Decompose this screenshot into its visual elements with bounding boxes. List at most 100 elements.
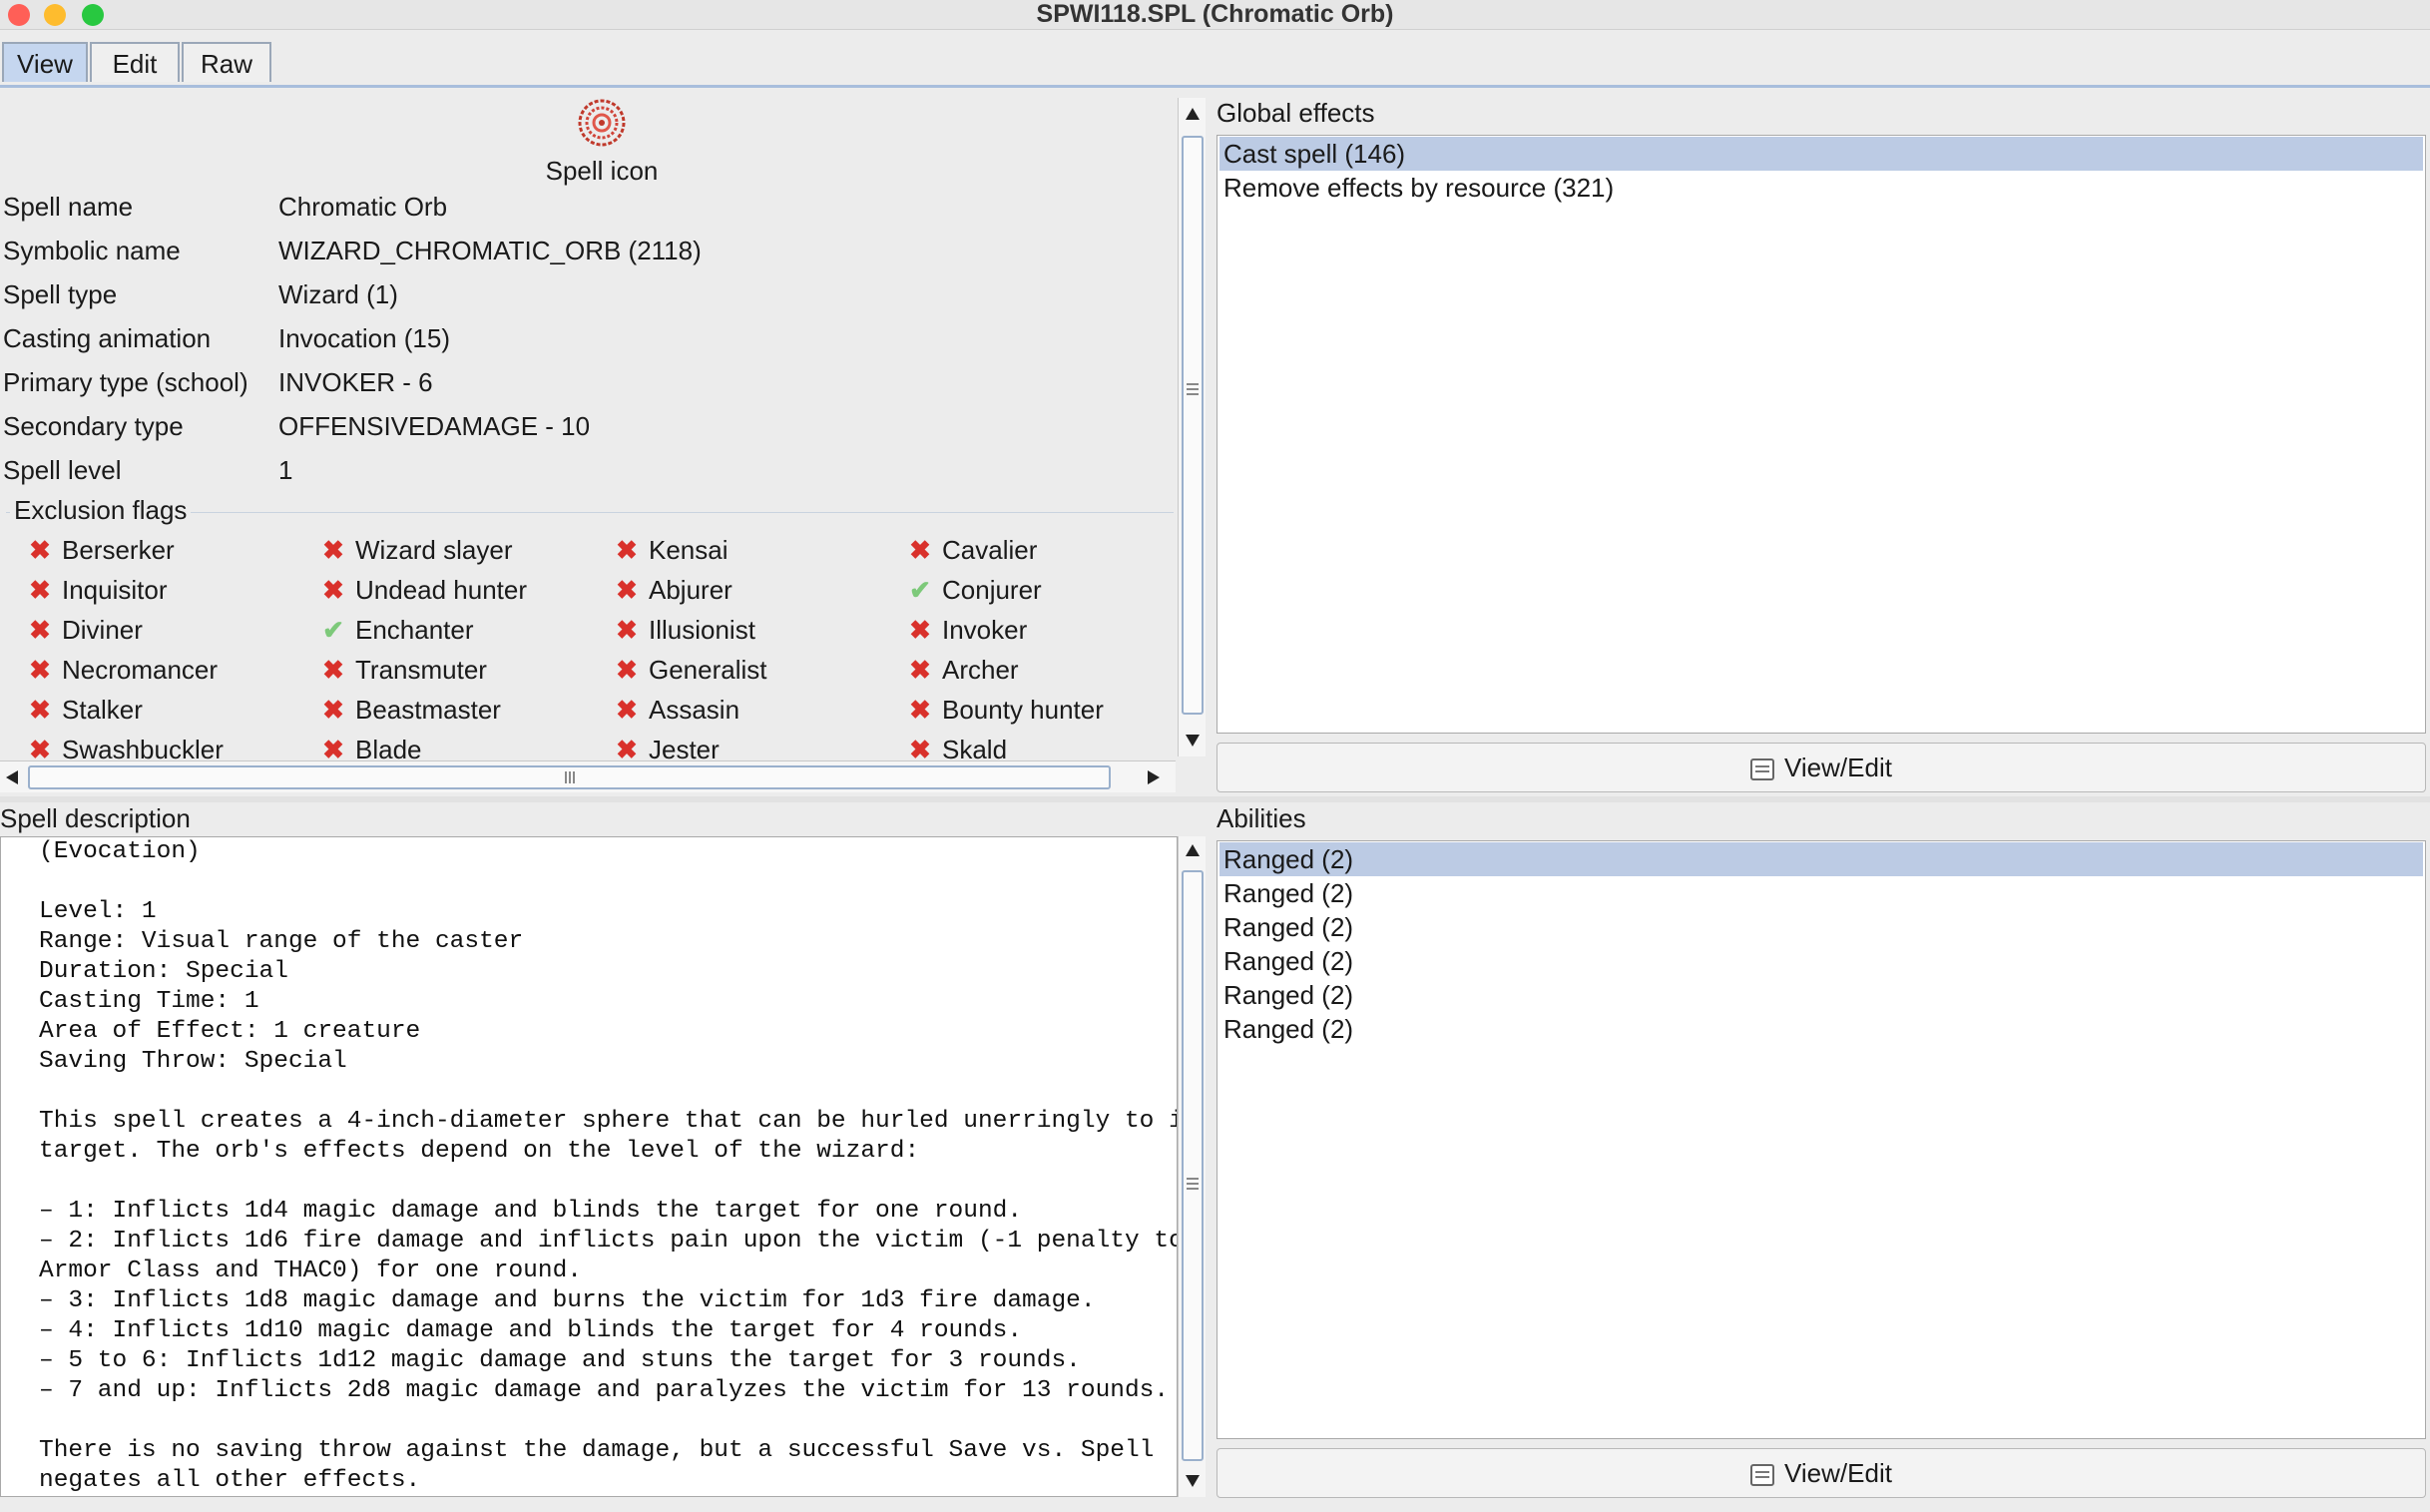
cross-icon: ✖: [29, 655, 51, 685]
cross-icon: ✖: [909, 735, 931, 762]
global-effects-view-edit-button[interactable]: View/Edit: [1216, 743, 2426, 792]
list-item[interactable]: Ranged (2): [1219, 1012, 2423, 1046]
exclusion-flag-checkbox[interactable]: ✖ Undead hunter: [319, 573, 527, 607]
exclusion-flags-grid: ✖ Berserker ✖ Wizard slayer ✖ Kensai ✖ Cavalier…: [0, 519, 1174, 762]
description-vscroll-thumb[interactable]: [1182, 870, 1204, 1461]
exclusion-flag-checkbox[interactable]: ✖ Illusionist: [613, 613, 755, 647]
field-label: Spell level: [3, 455, 122, 485]
tab-edit[interactable]: Edit: [90, 42, 180, 82]
exclusion-flag-checkbox[interactable]: ✖ Inquisitor: [26, 573, 167, 607]
field-label: Casting animation: [3, 323, 212, 353]
cross-icon: ✖: [616, 615, 638, 645]
exclusion-flag-checkbox[interactable]: ✖ Diviner: [26, 613, 143, 647]
properties-vscroll-thumb[interactable]: [1182, 136, 1204, 715]
field-label: Primary type (school): [3, 367, 248, 397]
exclusion-flag-checkbox[interactable]: ✖ Beastmaster: [319, 693, 501, 727]
exclusion-flag-checkbox[interactable]: ✖ Jester: [613, 733, 720, 762]
cross-icon: ✖: [909, 615, 931, 645]
field-value: 1: [278, 455, 293, 485]
cross-icon: ✖: [616, 575, 638, 605]
list-item[interactable]: Ranged (2): [1219, 910, 2423, 944]
abilities-view-edit-button[interactable]: View/Edit: [1216, 1448, 2426, 1498]
scroll-down-arrow-icon[interactable]: [1186, 1475, 1200, 1487]
exclusion-flag-label: Stalker: [62, 695, 143, 725]
horizontal-splitter[interactable]: [0, 796, 2430, 802]
exclusion-flag-label: Undead hunter: [355, 575, 528, 605]
field-label: Secondary type: [3, 411, 184, 441]
cross-icon: ✖: [322, 535, 344, 565]
description-vertical-scrollbar[interactable]: [1178, 836, 1206, 1497]
spell-description-textarea[interactable]: (Evocation) Level: 1 Range: Visual range…: [0, 836, 1178, 1497]
exclusion-flag-label: Cavalier: [942, 535, 1038, 565]
cross-icon: ✖: [322, 735, 344, 762]
scroll-up-arrow-icon[interactable]: [1186, 108, 1200, 120]
cross-icon: ✖: [616, 535, 638, 565]
exclusion-flag-label: Necromancer: [62, 655, 219, 685]
cross-icon: ✖: [29, 615, 51, 645]
field-value: Invocation (15): [278, 323, 450, 353]
cross-icon: ✖: [29, 575, 51, 605]
exclusion-flag-checkbox[interactable]: ✖ Berserker: [26, 533, 175, 567]
scroll-up-arrow-icon[interactable]: [1186, 844, 1200, 856]
list-item[interactable]: Ranged (2): [1219, 842, 2423, 876]
cross-icon: ✖: [322, 695, 344, 725]
exclusion-flag-checkbox[interactable]: ✖ Invoker: [906, 613, 1027, 647]
abilities-list[interactable]: Ranged (2) Ranged (2) Ranged (2) Ranged (2)…: [1216, 840, 2426, 1439]
list-item[interactable]: Ranged (2): [1219, 876, 2423, 910]
spell-description-text: (Evocation) Level: 1 Range: Visual range…: [39, 838, 1177, 1494]
cross-icon: ✖: [616, 655, 638, 685]
field-label: Symbolic name: [3, 236, 181, 265]
exclusion-flag-label: Transmuter: [355, 655, 487, 685]
exclusion-flag-label: Blade: [355, 735, 422, 762]
exclusion-flag-checkbox[interactable]: ✖ Bounty hunter: [906, 693, 1104, 727]
exclusion-flag-checkbox[interactable]: ✖ Generalist: [613, 653, 766, 687]
global-effects-list[interactable]: Cast spell (146) Remove effects by resour…: [1216, 135, 2426, 734]
scroll-left-arrow-icon[interactable]: [6, 770, 18, 784]
list-item[interactable]: Ranged (2): [1219, 978, 2423, 1012]
exclusion-flag-label: Diviner: [62, 615, 143, 645]
exclusion-flag-checkbox[interactable]: ✖ Necromancer: [26, 653, 218, 687]
exclusion-flag-checkbox[interactable]: ✔ Enchanter: [319, 613, 474, 647]
exclusion-flag-checkbox[interactable]: ✖ Swashbuckler: [26, 733, 224, 762]
exclusion-flag-label: Bounty hunter: [942, 695, 1104, 725]
title-bar: SPWI118.SPL (Chromatic Orb): [0, 0, 2430, 30]
exclusion-flag-checkbox[interactable]: ✖ Archer: [906, 653, 1018, 687]
cross-icon: ✖: [29, 735, 51, 762]
field-label: Spell name: [3, 192, 134, 222]
scroll-right-arrow-icon[interactable]: [1148, 770, 1160, 784]
global-effects-button-label: View/Edit: [1784, 753, 1892, 782]
list-item[interactable]: Remove effects by resource (321): [1219, 171, 2423, 205]
exclusion-flag-checkbox[interactable]: ✖ Abjurer: [613, 573, 732, 607]
global-effects-title: Global effects: [1216, 98, 1375, 128]
list-item[interactable]: Ranged (2): [1219, 944, 2423, 978]
check-icon: ✔: [909, 575, 931, 605]
cross-icon: ✖: [322, 575, 344, 605]
properties-horizontal-scrollbar[interactable]: [0, 760, 1176, 792]
exclusion-flag-checkbox[interactable]: ✖ Skald: [906, 733, 1007, 762]
field-value: Chromatic Orb: [278, 192, 448, 222]
exclusion-flag-checkbox[interactable]: ✔ Conjurer: [906, 573, 1042, 607]
grip-icon: [565, 771, 567, 783]
exclusion-flag-checkbox[interactable]: ✖ Cavalier: [906, 533, 1037, 567]
tab-raw[interactable]: Raw: [182, 42, 271, 82]
exclusion-flag-label: Assasin: [649, 695, 740, 725]
view-edit-icon: [1750, 758, 1775, 781]
scroll-down-arrow-icon[interactable]: [1186, 735, 1200, 747]
properties-hscroll-thumb[interactable]: [28, 765, 1111, 789]
exclusion-flag-checkbox[interactable]: ✖ Stalker: [26, 693, 143, 727]
exclusion-flag-label: Enchanter: [355, 615, 474, 645]
exclusion-flag-checkbox[interactable]: ✖ Transmuter: [319, 653, 487, 687]
exclusion-flag-checkbox[interactable]: ✖ Assasin: [613, 693, 739, 727]
view-edit-icon: [1750, 1464, 1775, 1487]
cross-icon: ✖: [29, 695, 51, 725]
list-item[interactable]: Cast spell (146): [1219, 137, 2423, 171]
tab-view[interactable]: View: [2, 42, 88, 82]
exclusion-flag-checkbox[interactable]: ✖ Wizard slayer: [319, 533, 512, 567]
properties-vertical-scrollbar[interactable]: [1178, 98, 1206, 756]
exclusion-flag-checkbox[interactable]: ✖ Kensai: [613, 533, 728, 567]
cross-icon: ✖: [616, 735, 638, 762]
exclusion-flag-checkbox[interactable]: ✖ Blade: [319, 733, 422, 762]
cross-icon: ✖: [909, 655, 931, 685]
cross-icon: ✖: [322, 655, 344, 685]
exclusion-flag-label: Skald: [942, 735, 1008, 762]
